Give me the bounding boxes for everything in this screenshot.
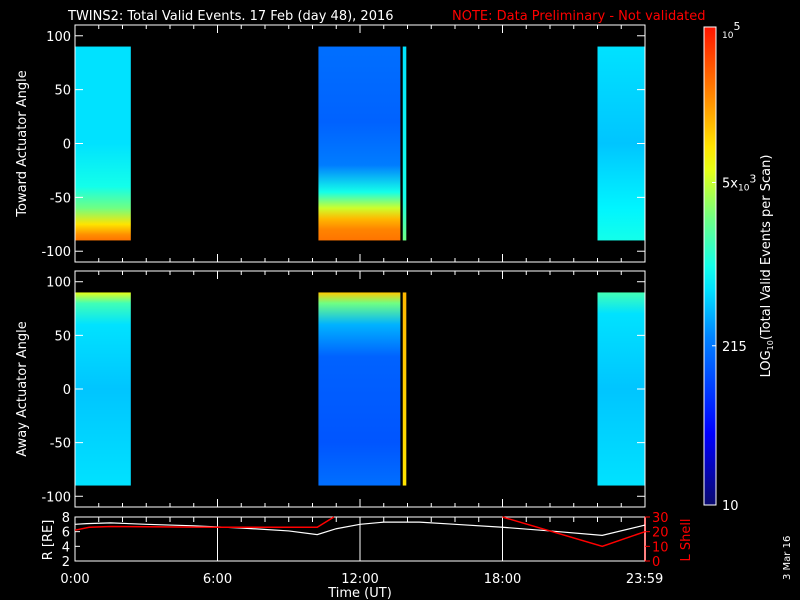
y-tick-label: -100 xyxy=(41,490,71,505)
data-segment xyxy=(318,46,401,241)
y-tick-label: 0 xyxy=(63,138,71,153)
y-tick-label: 100 xyxy=(46,276,71,291)
l-shell-axis-label: L Shell xyxy=(679,518,694,561)
r-axis-label: R [RE] xyxy=(41,520,56,561)
y-tick-label: 50 xyxy=(54,84,71,99)
colorbar-tick-label: 5x103 xyxy=(722,172,756,193)
spectrogram-panel-2: 100 50 0 -50 -100 Away Actuator Angle xyxy=(15,270,646,508)
r-tick-label: 6 xyxy=(62,526,70,541)
data-segment xyxy=(75,292,131,486)
l-shell-line xyxy=(74,516,335,531)
data-segment xyxy=(402,292,407,486)
r-tick-label: 2 xyxy=(62,555,70,570)
x-tick-label: 18:00 xyxy=(484,572,521,587)
r-tick-label: 8 xyxy=(62,511,70,526)
y-tick-label: 50 xyxy=(54,329,71,344)
x-tick-label: 6:00 xyxy=(203,572,232,587)
preliminary-note: NOTE: Data Preliminary - Not validated xyxy=(452,9,706,24)
colorbar-tick-label: 10 xyxy=(722,499,739,514)
l-tick-label: 30 xyxy=(652,511,669,526)
x-tick-label: 12:00 xyxy=(341,572,378,587)
chart-title: TWINS2: Total Valid Events. 17 Feb (day … xyxy=(67,9,394,24)
r-tick-label: 4 xyxy=(62,540,70,555)
l-tick-label: 0 xyxy=(652,555,660,570)
data-segment xyxy=(75,46,131,241)
y-axis-label: Away Actuator Angle xyxy=(15,321,30,456)
colorbar-tick-label: 105 xyxy=(722,20,740,41)
y-tick-label: -100 xyxy=(41,245,71,260)
date-stamp: 3 Mar 16 xyxy=(782,536,793,580)
l-tick-label: 10 xyxy=(652,540,669,555)
spectrogram-panel-1: 100 50 0 -50 -100 Toward Actuator Angle xyxy=(15,24,646,263)
data-segment xyxy=(402,46,407,241)
y-tick-label: -50 xyxy=(50,437,71,452)
x-tick-label: 0:00 xyxy=(60,572,89,587)
y-tick-label: -50 xyxy=(50,191,71,206)
colorbar-label: LOG10(Total Valid Events per Scan) xyxy=(759,155,775,378)
colorbar-tick-label: 215 xyxy=(722,340,747,355)
x-tick-label: 23:59 xyxy=(626,572,663,587)
colorbar xyxy=(703,26,717,506)
data-segment xyxy=(318,292,401,486)
x-axis-label: Time (UT) xyxy=(327,586,392,600)
y-axis-label: Toward Actuator Angle xyxy=(15,70,30,217)
twins-spectrogram-chart: TWINS2: Total Valid Events. 17 Feb (day … xyxy=(15,9,793,600)
y-tick-label: 0 xyxy=(63,383,71,398)
y-tick-label: 100 xyxy=(46,30,71,45)
l-tick-label: 20 xyxy=(652,526,669,541)
